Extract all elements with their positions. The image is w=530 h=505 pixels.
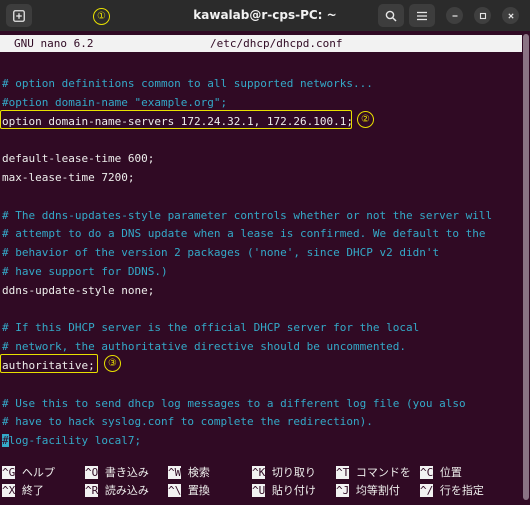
shortcut-item[interactable]: ^U 貼り付け [252,483,316,499]
annotation-marker-3: ③ [104,355,121,372]
shortcut-key: ^U [252,484,266,497]
file-line: # behavior of the version 2 packages ('n… [2,246,440,260]
shortcut-label: コマンドを [355,466,411,479]
file-line: # attempt to do a DNS update when a leas… [2,227,486,241]
title-bar: kawalab@r-cps-PC: ~ ① [0,0,530,31]
shortcut-item[interactable]: ^/ 行を指定 [420,483,484,499]
search-button[interactable] [378,4,404,27]
shortcut-key: ^/ [420,484,434,497]
shortcut-label: 書き込み [104,466,149,479]
shortcut-item[interactable]: ^W 検索 [168,465,210,481]
shortcut-item[interactable]: ^C 位置 [420,465,462,481]
shortcut-item[interactable]: ^O 書き込み [85,465,149,481]
file-line: ddns-update-style none; [2,283,155,297]
shortcut-key: ^O [85,466,99,479]
shortcut-item[interactable]: ^J 均等割付 [336,483,400,499]
shortcut-label: 均等割付 [355,484,400,497]
shortcut-item[interactable]: ^R 読み込み [85,483,149,499]
maximize-button[interactable] [474,7,491,24]
file-line-text: log-facility local7; [8,434,142,448]
highlight-box-authoritative [0,354,98,373]
terminal-content[interactable]: GNU nano 6.2 /etc/dhcp/dhcpd.conf # opti… [0,31,522,505]
file-line: default-lease-time 600; [2,152,155,166]
terminal-window: kawalab@r-cps-PC: ~ ① GNU nano 6.2 /etc/… [0,0,530,505]
nano-filename: /etc/dhcp/dhcpd.conf [210,37,343,50]
file-line: # Use this to send dhcp log messages to … [2,396,466,410]
shortcut-key: ^X [2,484,16,497]
scrollbar-thumb[interactable] [523,34,529,500]
file-line: # have to hack syslog.conf to complete t… [2,415,373,429]
shortcut-key: ^\ [168,484,182,497]
file-line: max-lease-time 7200; [2,171,135,184]
minimize-button[interactable] [446,7,463,24]
maximize-icon [479,12,486,19]
shortcut-item[interactable]: ^T コマンドを [336,465,411,481]
shortcut-label: 置換 [187,484,210,497]
shortcut-item[interactable]: ^\ 置換 [168,483,210,499]
shortcut-label: 貼り付け [271,484,316,497]
file-line: # option definitions common to all suppo… [2,77,373,90]
shortcut-key: ^W [168,466,182,479]
shortcut-item[interactable]: ^G ヘルプ [2,465,55,481]
shortcut-item[interactable]: ^X 終了 [2,483,44,499]
shortcut-key: ^C [420,466,434,479]
shortcut-key: ^J [336,484,350,497]
shortcut-label: 切り取り [271,466,316,479]
minimize-icon [452,14,457,17]
shortcut-key: ^G [2,466,16,479]
hamburger-icon [417,11,427,20]
shortcut-label: 位置 [439,466,462,479]
annotation-marker-1: ① [93,8,110,25]
shortcut-label: ヘルプ [21,466,55,479]
close-icon [507,12,514,19]
file-line: #log-facility local7; [2,433,141,449]
highlight-box-dns-servers [0,110,352,129]
shortcut-label: 行を指定 [439,484,484,497]
file-line: # The ddns-updates-style parameter contr… [2,208,493,222]
menu-button[interactable] [409,4,435,27]
close-button[interactable] [502,7,519,24]
text-cursor: # [2,434,9,448]
file-line: # network, the authoritative directive s… [2,340,406,354]
nano-version: GNU nano 6.2 [14,37,94,50]
shortcut-key: ^K [252,466,266,479]
annotation-marker-2: ② [357,111,374,128]
file-line: #option domain-name "example.org"; [2,95,228,109]
shortcut-label: 終了 [21,484,44,497]
shortcut-key: ^R [85,484,99,497]
file-line: # have support for DDNS.) [2,265,168,278]
file-line: # If this DHCP server is the official DH… [2,321,420,335]
shortcut-label: 検索 [187,466,210,479]
shortcut-key: ^T [336,466,350,479]
search-icon [385,10,397,22]
shortcut-item[interactable]: ^K 切り取り [252,465,316,481]
shortcut-label: 読み込み [104,484,149,497]
nano-header-bar: GNU nano 6.2 /etc/dhcp/dhcpd.conf [0,35,522,52]
